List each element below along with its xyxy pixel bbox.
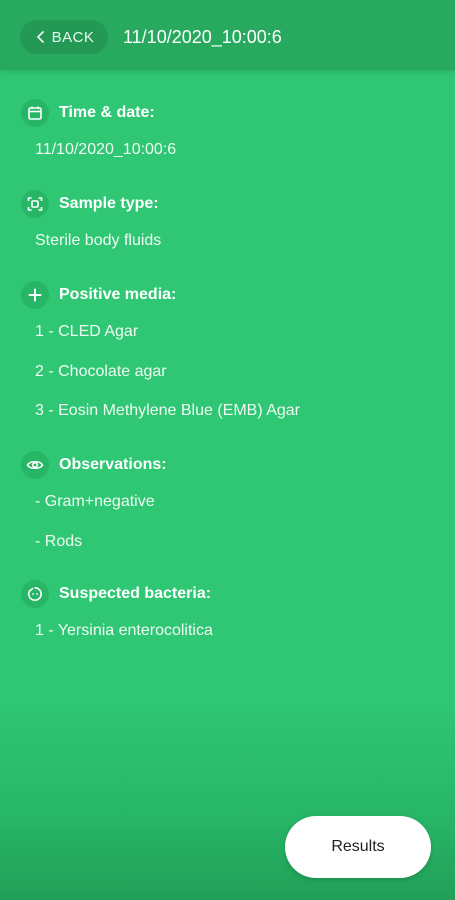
section-title: Time & date: — [59, 104, 155, 121]
section-title: Positive media: — [59, 286, 177, 303]
list-item: - Gram+negative — [35, 493, 155, 510]
list-item: 2 - Chocolate agar — [35, 363, 167, 380]
plus-icon — [21, 281, 49, 309]
list-item: 1 - Yersinia enterocolitica — [35, 622, 213, 639]
list-item: 1 - CLED Agar — [35, 323, 139, 340]
chevron-left-icon — [34, 30, 48, 44]
scan-frame-icon — [21, 190, 49, 218]
section-title: Suspected bacteria: — [59, 585, 212, 602]
section-title: Sample type: — [59, 195, 159, 212]
list-item: - Rods — [35, 533, 83, 550]
calendar-icon — [21, 99, 49, 127]
results-button[interactable]: Results — [285, 816, 431, 878]
back-button-label: BACK — [51, 28, 95, 46]
section-title: Observations: — [59, 456, 167, 473]
eye-icon — [21, 451, 49, 479]
bacteria-face-icon — [21, 580, 49, 608]
time-date-value: 11/10/2020_10:00:6 — [35, 141, 177, 158]
list-item: 3 - Eosin Methylene Blue (EMB) Agar — [35, 402, 301, 419]
back-button[interactable]: BACK — [20, 20, 108, 54]
app-header: BACK 11/10/2020_10:00:6 — [0, 0, 455, 70]
sample-type-value: Sterile body fluids — [35, 232, 162, 249]
page-title: 11/10/2020_10:00:6 — [123, 27, 282, 47]
